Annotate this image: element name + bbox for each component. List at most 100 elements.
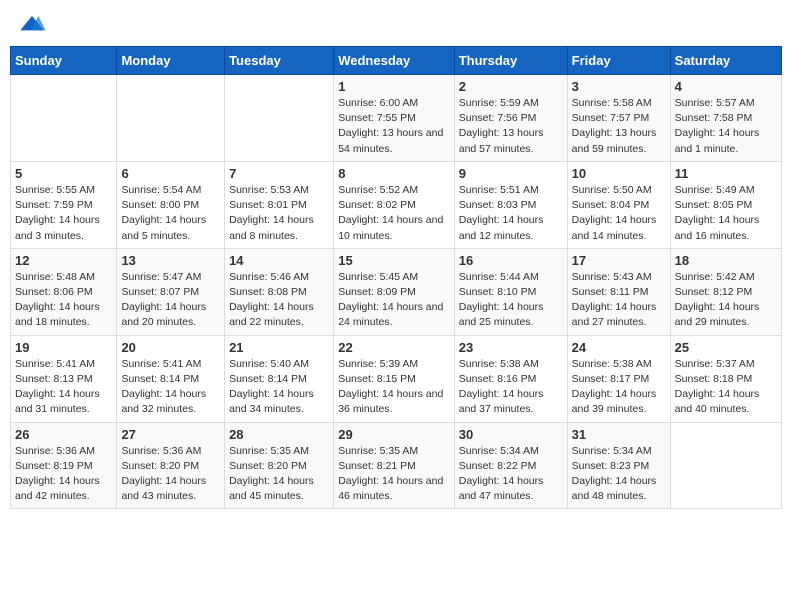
day-number: 14 [229,253,329,268]
calendar-cell [225,75,334,162]
logo-icon [18,14,46,34]
day-info: Sunrise: 5:58 AMSunset: 7:57 PMDaylight:… [572,96,666,157]
day-info: Sunrise: 5:57 AMSunset: 7:58 PMDaylight:… [675,96,777,157]
calendar-week-row: 1Sunrise: 6:00 AMSunset: 7:55 PMDaylight… [11,75,782,162]
calendar-cell: 26 Sunrise: 5:36 AMSunset: 8:19 PMDayligh… [11,422,117,509]
day-info: Sunrise: 6:00 AMSunset: 7:55 PMDaylight:… [338,96,450,157]
day-number: 11 [675,166,777,181]
day-info: Sunrise: 5:41 AMSunset: 8:14 PMDaylight:… [121,357,220,418]
day-number: 8 [338,166,450,181]
day-number: 13 [121,253,220,268]
calendar-cell: 4 Sunrise: 5:57 AMSunset: 7:58 PMDaylight… [670,75,781,162]
day-info: Sunrise: 5:35 AMSunset: 8:20 PMDaylight:… [229,444,329,505]
calendar-cell: 5 Sunrise: 5:55 AMSunset: 7:59 PMDaylight… [11,161,117,248]
day-info: Sunrise: 5:39 AMSunset: 8:15 PMDaylight:… [338,357,450,418]
day-number: 24 [572,340,666,355]
calendar-week-row: 26 Sunrise: 5:36 AMSunset: 8:19 PMDayligh… [11,422,782,509]
day-info: Sunrise: 5:48 AMSunset: 8:06 PMDaylight:… [15,270,112,331]
day-info: Sunrise: 5:34 AMSunset: 8:22 PMDaylight:… [459,444,563,505]
calendar-week-row: 19Sunrise: 5:41 AMSunset: 8:13 PMDayligh… [11,335,782,422]
calendar-cell: 2Sunrise: 5:59 AMSunset: 7:56 PMDaylight… [454,75,567,162]
day-number: 31 [572,427,666,442]
calendar-cell: 9 Sunrise: 5:51 AMSunset: 8:03 PMDaylight… [454,161,567,248]
day-info: Sunrise: 5:55 AMSunset: 7:59 PMDaylight:… [15,183,112,244]
day-number: 25 [675,340,777,355]
day-number: 19 [15,340,112,355]
calendar-cell [670,422,781,509]
calendar-table: SundayMondayTuesdayWednesdayThursdayFrid… [10,46,782,509]
calendar-cell: 25 Sunrise: 5:37 AMSunset: 8:18 PMDayligh… [670,335,781,422]
day-number: 17 [572,253,666,268]
calendar-cell: 21 Sunrise: 5:40 AMSunset: 8:14 PMDayligh… [225,335,334,422]
calendar-cell: 13 Sunrise: 5:47 AMSunset: 8:07 PMDayligh… [117,248,225,335]
day-of-week-header: Monday [117,47,225,75]
calendar-cell: 20 Sunrise: 5:41 AMSunset: 8:14 PMDayligh… [117,335,225,422]
day-info: Sunrise: 5:53 AMSunset: 8:01 PMDaylight:… [229,183,329,244]
calendar-week-row: 5 Sunrise: 5:55 AMSunset: 7:59 PMDaylight… [11,161,782,248]
calendar-cell: 1Sunrise: 6:00 AMSunset: 7:55 PMDaylight… [334,75,455,162]
day-info: Sunrise: 5:36 AMSunset: 8:19 PMDaylight:… [15,444,112,505]
day-info: Sunrise: 5:42 AMSunset: 8:12 PMDaylight:… [675,270,777,331]
day-info: Sunrise: 5:45 AMSunset: 8:09 PMDaylight:… [338,270,450,331]
day-number: 2 [459,79,563,94]
day-number: 6 [121,166,220,181]
day-info: Sunrise: 5:35 AMSunset: 8:21 PMDaylight:… [338,444,450,505]
day-of-week-header: Tuesday [225,47,334,75]
calendar-cell: 30 Sunrise: 5:34 AMSunset: 8:22 PMDayligh… [454,422,567,509]
calendar-cell: 31 Sunrise: 5:34 AMSunset: 8:23 PMDayligh… [567,422,670,509]
calendar-cell: 28Sunrise: 5:35 AMSunset: 8:20 PMDayligh… [225,422,334,509]
day-number: 3 [572,79,666,94]
day-info: Sunrise: 5:47 AMSunset: 8:07 PMDaylight:… [121,270,220,331]
calendar-cell: 3 Sunrise: 5:58 AMSunset: 7:57 PMDaylight… [567,75,670,162]
day-number: 27 [121,427,220,442]
calendar-cell: 12 Sunrise: 5:48 AMSunset: 8:06 PMDayligh… [11,248,117,335]
day-info: Sunrise: 5:37 AMSunset: 8:18 PMDaylight:… [675,357,777,418]
day-of-week-header: Friday [567,47,670,75]
day-info: Sunrise: 5:40 AMSunset: 8:14 PMDaylight:… [229,357,329,418]
calendar-cell: 14 Sunrise: 5:46 AMSunset: 8:08 PMDayligh… [225,248,334,335]
day-info: Sunrise: 5:38 AMSunset: 8:17 PMDaylight:… [572,357,666,418]
day-number: 10 [572,166,666,181]
calendar-cell [117,75,225,162]
page-header [10,10,782,38]
calendar-cell: 18Sunrise: 5:42 AMSunset: 8:12 PMDayligh… [670,248,781,335]
calendar-cell: 10Sunrise: 5:50 AMSunset: 8:04 PMDayligh… [567,161,670,248]
calendar-cell: 19Sunrise: 5:41 AMSunset: 8:13 PMDayligh… [11,335,117,422]
day-number: 12 [15,253,112,268]
day-number: 4 [675,79,777,94]
day-number: 5 [15,166,112,181]
calendar-header-row: SundayMondayTuesdayWednesdayThursdayFrid… [11,47,782,75]
logo [18,14,52,34]
calendar-cell: 6 Sunrise: 5:54 AMSunset: 8:00 PMDaylight… [117,161,225,248]
day-info: Sunrise: 5:51 AMSunset: 8:03 PMDaylight:… [459,183,563,244]
day-number: 7 [229,166,329,181]
calendar-cell: 15 Sunrise: 5:45 AMSunset: 8:09 PMDayligh… [334,248,455,335]
day-of-week-header: Saturday [670,47,781,75]
day-info: Sunrise: 5:36 AMSunset: 8:20 PMDaylight:… [121,444,220,505]
calendar-cell: 11 Sunrise: 5:49 AMSunset: 8:05 PMDayligh… [670,161,781,248]
calendar-week-row: 12 Sunrise: 5:48 AMSunset: 8:06 PMDayligh… [11,248,782,335]
day-number: 23 [459,340,563,355]
day-info: Sunrise: 5:54 AMSunset: 8:00 PMDaylight:… [121,183,220,244]
day-number: 30 [459,427,563,442]
day-info: Sunrise: 5:44 AMSunset: 8:10 PMDaylight:… [459,270,563,331]
day-number: 20 [121,340,220,355]
day-number: 15 [338,253,450,268]
calendar-cell: 8Sunrise: 5:52 AMSunset: 8:02 PMDaylight… [334,161,455,248]
calendar-body: 1Sunrise: 6:00 AMSunset: 7:55 PMDaylight… [11,75,782,509]
day-info: Sunrise: 5:46 AMSunset: 8:08 PMDaylight:… [229,270,329,331]
calendar-cell [11,75,117,162]
day-number: 26 [15,427,112,442]
day-of-week-header: Sunday [11,47,117,75]
day-number: 16 [459,253,563,268]
day-info: Sunrise: 5:49 AMSunset: 8:05 PMDaylight:… [675,183,777,244]
day-info: Sunrise: 5:34 AMSunset: 8:23 PMDaylight:… [572,444,666,505]
calendar-cell: 22Sunrise: 5:39 AMSunset: 8:15 PMDayligh… [334,335,455,422]
day-number: 21 [229,340,329,355]
day-info: Sunrise: 5:38 AMSunset: 8:16 PMDaylight:… [459,357,563,418]
calendar-cell: 23 Sunrise: 5:38 AMSunset: 8:16 PMDayligh… [454,335,567,422]
calendar-cell: 24 Sunrise: 5:38 AMSunset: 8:17 PMDayligh… [567,335,670,422]
calendar-cell: 27 Sunrise: 5:36 AMSunset: 8:20 PMDayligh… [117,422,225,509]
day-info: Sunrise: 5:43 AMSunset: 8:11 PMDaylight:… [572,270,666,331]
day-number: 9 [459,166,563,181]
